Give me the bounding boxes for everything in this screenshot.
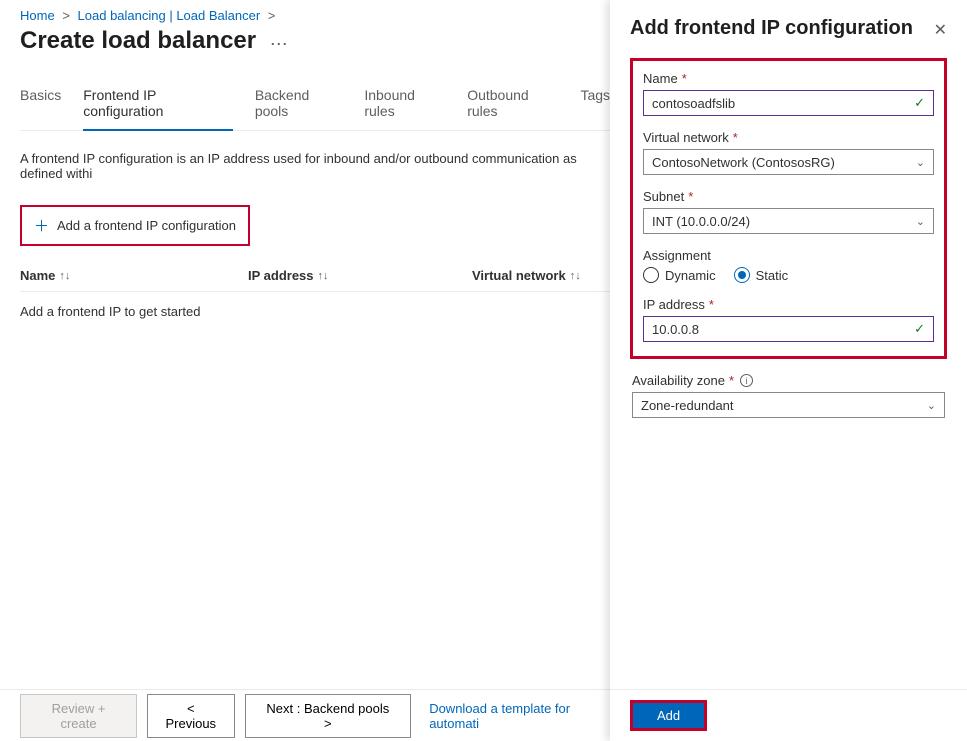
tab-tags[interactable]: Tags — [580, 87, 610, 130]
name-label-text: Name — [643, 71, 678, 86]
required-icon: * — [709, 297, 714, 312]
required-icon: * — [733, 130, 738, 145]
column-header-ip[interactable]: IP address ↑↓ — [248, 268, 472, 283]
assignment-static-radio[interactable]: Static — [734, 267, 789, 283]
field-virtual-network: Virtual network * ContosoNetwork (Contos… — [643, 130, 934, 175]
plus-icon: ＋ — [34, 215, 49, 236]
review-create-button: Review + create — [20, 694, 137, 738]
ip-label-text: IP address — [643, 297, 705, 312]
radio-icon — [643, 267, 659, 283]
checkmark-icon: ✓ — [914, 321, 925, 337]
column-header-vnet[interactable]: Virtual network ↑↓ — [472, 268, 610, 283]
add-frontend-panel: Add frontend IP configuration ✕ Name * c… — [610, 0, 967, 741]
assignment-dynamic-label: Dynamic — [665, 268, 716, 283]
subnet-label: Subnet * — [643, 189, 934, 204]
column-name-label: Name — [20, 268, 55, 283]
close-icon[interactable]: ✕ — [934, 16, 947, 40]
virtual-network-select[interactable]: ContosoNetwork (ContososRG) ⌄ — [643, 149, 934, 175]
panel-fields-highlight: Name * contosoadfslib ✓ Virtual network … — [630, 58, 947, 359]
vnet-select-value: ContosoNetwork (ContososRG) — [652, 155, 835, 170]
tab-frontend-ip[interactable]: Frontend IP configuration — [83, 87, 233, 131]
required-icon: * — [729, 373, 734, 388]
column-header-name[interactable]: Name ↑↓ — [20, 268, 248, 283]
tab-basics[interactable]: Basics — [20, 87, 61, 130]
info-icon[interactable]: i — [740, 374, 753, 387]
table-header: Name ↑↓ IP address ↑↓ Virtual network ↑↓ — [20, 268, 610, 292]
subnet-select[interactable]: INT (10.0.0.0/24) ⌄ — [643, 208, 934, 234]
sort-icon: ↑↓ — [59, 270, 70, 282]
tab-outbound-rules[interactable]: Outbound rules — [467, 87, 558, 130]
ip-label: IP address * — [643, 297, 934, 312]
name-label: Name * — [643, 71, 934, 86]
more-icon[interactable]: ⋯ — [270, 34, 288, 55]
ip-address-input[interactable]: 10.0.0.8 ✓ — [643, 316, 934, 342]
add-frontend-ip-button[interactable]: ＋ Add a frontend IP configuration — [22, 207, 248, 244]
panel-footer: Add — [610, 689, 967, 741]
ip-input-value: 10.0.0.8 — [652, 322, 699, 337]
breadcrumb-load-balancing[interactable]: Load balancing | Load Balancer — [78, 8, 261, 23]
field-availability-zone: Availability zone * i Zone-redundant ⌄ — [630, 373, 947, 418]
chevron-down-icon: ⌄ — [916, 156, 925, 169]
main-content: Home > Load balancing | Load Balancer > … — [0, 0, 610, 741]
column-vnet-label: Virtual network — [472, 268, 566, 283]
next-button[interactable]: Next : Backend pools > — [245, 694, 412, 738]
required-icon: * — [682, 71, 687, 86]
radio-icon — [734, 267, 750, 283]
column-ip-label: IP address — [248, 268, 314, 283]
download-template-link[interactable]: Download a template for automati — [429, 701, 610, 731]
previous-button[interactable]: < Previous — [147, 694, 234, 738]
tab-backend-pools[interactable]: Backend pools — [255, 87, 343, 130]
name-input-value: contosoadfslib — [652, 96, 735, 111]
chevron-right-icon: > — [268, 8, 276, 23]
breadcrumb-home[interactable]: Home — [20, 8, 55, 23]
assignment-static-label: Static — [756, 268, 789, 283]
sort-icon: ↑↓ — [570, 270, 581, 282]
radio-dot-icon — [738, 271, 746, 279]
chevron-down-icon: ⌄ — [916, 215, 925, 228]
breadcrumb: Home > Load balancing | Load Balancer > — [20, 8, 610, 23]
panel-title: Add frontend IP configuration — [630, 16, 913, 40]
empty-state-row: Add a frontend IP to get started — [20, 292, 610, 331]
field-assignment: Assignment Dynamic Static — [643, 248, 934, 283]
tab-inbound-rules[interactable]: Inbound rules — [364, 87, 445, 130]
wizard-footer: Review + create < Previous Next : Backen… — [0, 689, 610, 741]
required-icon: * — [688, 189, 693, 204]
chevron-right-icon: > — [62, 8, 70, 23]
vnet-label-text: Virtual network — [643, 130, 729, 145]
name-input[interactable]: contosoadfslib ✓ — [643, 90, 934, 116]
chevron-down-icon: ⌄ — [927, 399, 936, 412]
tab-description: A frontend IP configuration is an IP add… — [20, 151, 610, 181]
field-name: Name * contosoadfslib ✓ — [643, 71, 934, 116]
field-subnet: Subnet * INT (10.0.0.0/24) ⌄ — [643, 189, 934, 234]
field-ip-address: IP address * 10.0.0.8 ✓ — [643, 297, 934, 342]
sort-icon: ↑↓ — [318, 270, 329, 282]
assignment-label: Assignment — [643, 248, 934, 263]
vnet-label: Virtual network * — [643, 130, 934, 145]
add-button[interactable]: Add — [633, 703, 704, 728]
subnet-select-value: INT (10.0.0.0/24) — [652, 214, 750, 229]
subnet-label-text: Subnet — [643, 189, 684, 204]
page-title: Create load balancer — [20, 27, 256, 55]
checkmark-icon: ✓ — [914, 95, 925, 111]
assignment-dynamic-radio[interactable]: Dynamic — [643, 267, 716, 283]
add-frontend-ip-label: Add a frontend IP configuration — [57, 218, 236, 233]
tab-strip: Basics Frontend IP configuration Backend… — [20, 87, 610, 131]
availability-zone-select[interactable]: Zone-redundant ⌄ — [632, 392, 945, 418]
add-frontend-highlight: ＋ Add a frontend IP configuration — [20, 205, 250, 246]
add-button-highlight: Add — [630, 700, 707, 731]
assignment-radio-group: Dynamic Static — [643, 267, 934, 283]
availability-zone-label: Availability zone * i — [632, 373, 945, 388]
avail-select-value: Zone-redundant — [641, 398, 734, 413]
avail-label-text: Availability zone — [632, 373, 725, 388]
panel-header: Add frontend IP configuration ✕ — [630, 16, 947, 40]
